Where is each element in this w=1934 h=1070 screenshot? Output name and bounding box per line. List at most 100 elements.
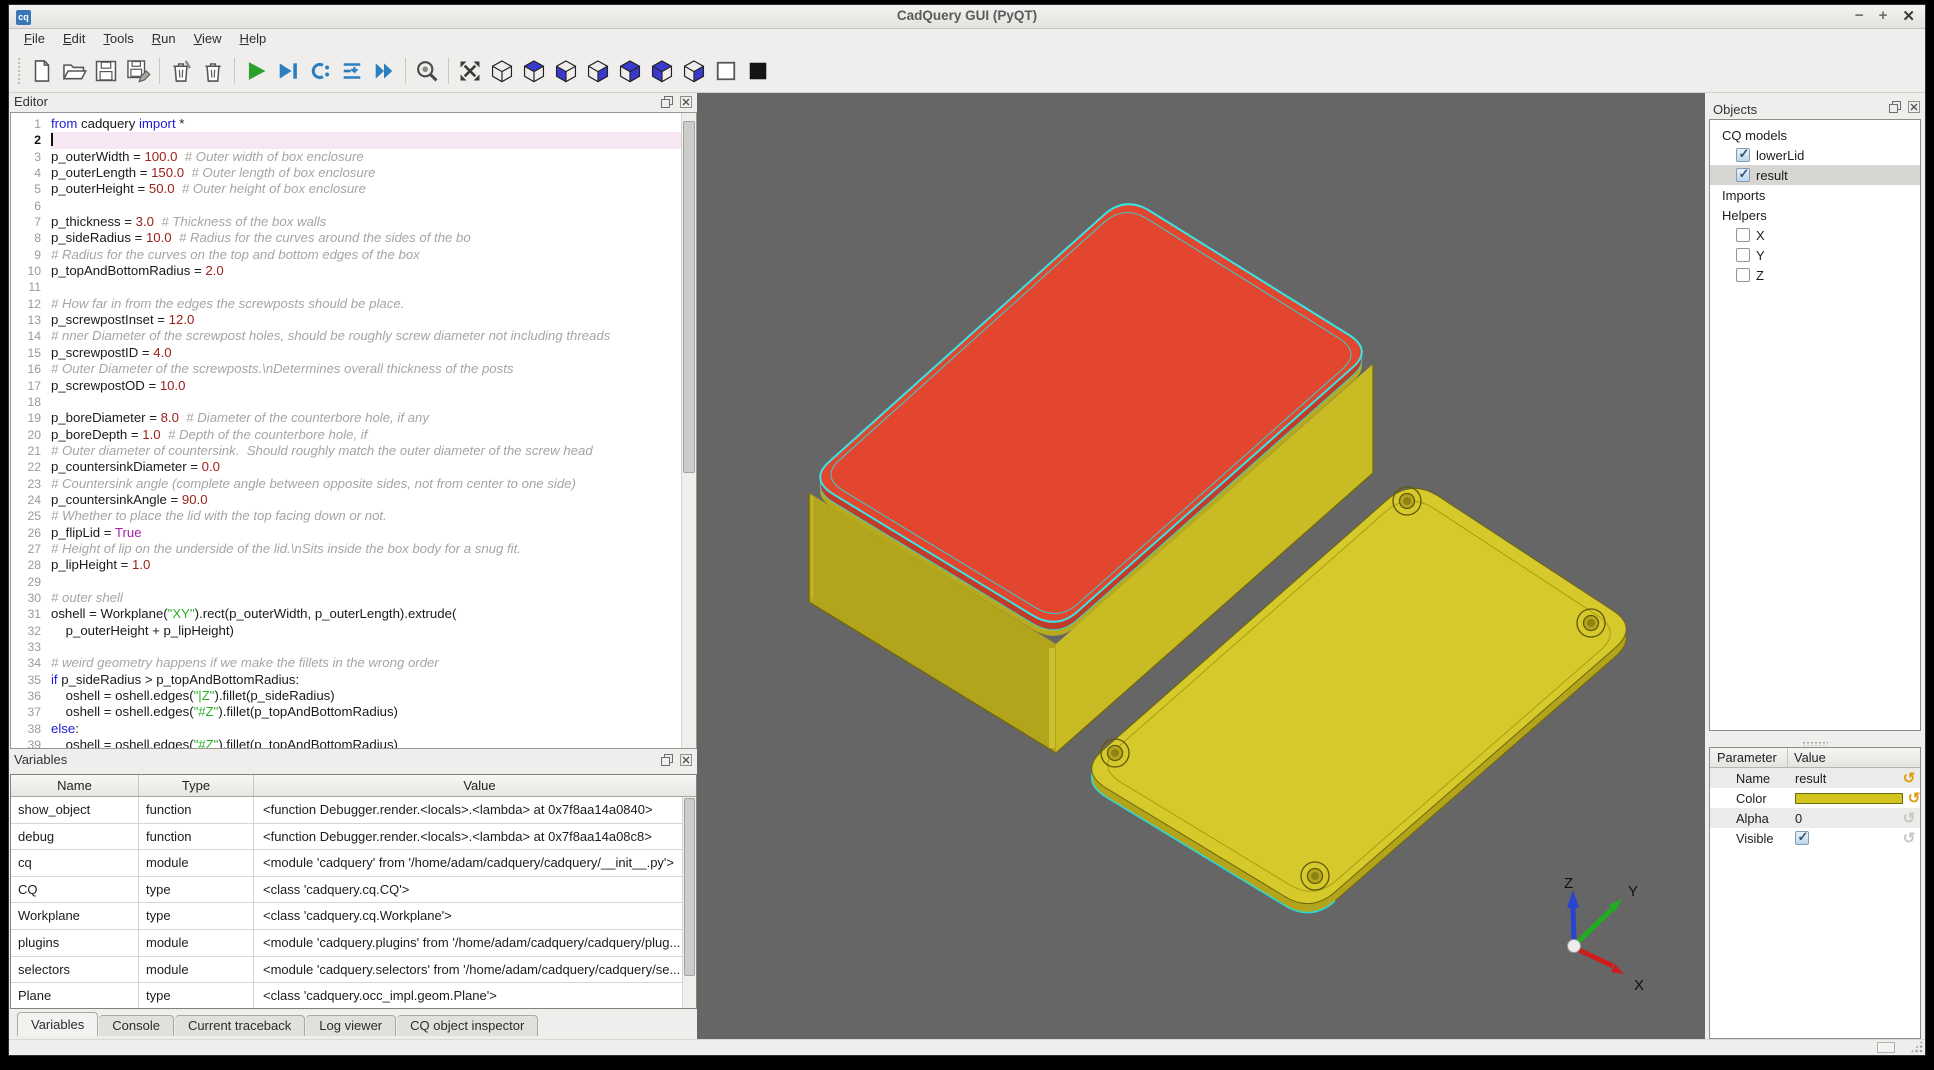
view-right-button[interactable] xyxy=(679,56,709,86)
render-button[interactable] xyxy=(241,56,271,86)
view-left-button[interactable] xyxy=(647,56,677,86)
tab-cq-object-inspector[interactable]: CQ object inspector xyxy=(397,1015,538,1036)
new-file-button[interactable] xyxy=(27,56,57,86)
code-line[interactable]: 31oshell = Workplane("XY").rect(p_outerW… xyxy=(11,606,681,622)
code-line[interactable]: 32 p_outerHeight + p_lipHeight) xyxy=(11,623,681,639)
menu-run[interactable]: Run xyxy=(143,29,185,48)
checkbox-y[interactable] xyxy=(1736,248,1750,262)
code-line[interactable]: 17p_screwpostOD = 10.0 xyxy=(11,378,681,394)
code-line[interactable]: 10p_topAndBottomRadius = 2.0 xyxy=(11,263,681,279)
code-line[interactable]: 16# Outer Diameter of the screwposts.\nD… xyxy=(11,361,681,377)
variable-row[interactable]: Workplanetype<class 'cadquery.cq.Workpla… xyxy=(11,903,696,930)
code-line[interactable]: 13p_screwpostInset = 12.0 xyxy=(11,312,681,328)
code-line[interactable]: 25# Whether to place the lid with the to… xyxy=(11,508,681,524)
view-bottom-button[interactable] xyxy=(551,56,581,86)
code-line[interactable]: 28p_lipHeight = 1.0 xyxy=(11,557,681,573)
delete-all-button[interactable] xyxy=(198,56,228,86)
param-value[interactable] xyxy=(1788,831,1898,845)
code-line[interactable]: 3p_outerWidth = 100.0 # Outer width of b… xyxy=(11,149,681,165)
maximize-button[interactable]: + xyxy=(1879,7,1888,25)
menu-help[interactable]: Help xyxy=(231,29,276,48)
variable-row[interactable]: pluginsmodule<module 'cadquery.plugins' … xyxy=(11,930,696,957)
undo-icon[interactable]: ↺ xyxy=(1898,809,1920,827)
zoom-to-fit-button[interactable] xyxy=(412,56,442,86)
close-panel-icon[interactable] xyxy=(680,754,692,766)
code-line[interactable]: 23# Countersink angle (complete angle be… xyxy=(11,476,681,492)
code-line[interactable]: 9# Radius for the curves on the top and … xyxy=(11,247,681,263)
param-value[interactable]: 0 xyxy=(1788,811,1898,826)
code-line[interactable]: 29 xyxy=(11,574,681,590)
open-file-button[interactable] xyxy=(59,56,89,86)
code-line[interactable]: 33 xyxy=(11,639,681,655)
column-header-name[interactable]: Name xyxy=(11,775,139,796)
close-panel-icon[interactable] xyxy=(680,96,692,108)
tab-log-viewer[interactable]: Log viewer xyxy=(306,1015,396,1036)
float-panel-icon[interactable] xyxy=(1889,101,1901,113)
editor-scrollbar[interactable] xyxy=(681,113,696,748)
undo-icon[interactable]: ↺ xyxy=(1898,829,1920,847)
code-line[interactable]: 27# Height of lip on the underside of th… xyxy=(11,541,681,557)
fit-all-button[interactable] xyxy=(455,56,485,86)
tree-item-result[interactable]: result xyxy=(1710,165,1920,185)
tab-current-traceback[interactable]: Current traceback xyxy=(175,1015,305,1036)
variable-row[interactable]: cqmodule<module 'cadquery' from '/home/a… xyxy=(11,850,696,877)
variable-row[interactable]: CQtype<class 'cadquery.cq.CQ'> xyxy=(11,877,696,904)
variable-row[interactable]: show_objectfunction<function Debugger.re… xyxy=(11,797,696,824)
checkbox-result[interactable] xyxy=(1736,168,1750,182)
view-back-button[interactable] xyxy=(615,56,645,86)
menu-view[interactable]: View xyxy=(185,29,231,48)
code-line[interactable]: 7p_thickness = 3.0 # Thickness of the bo… xyxy=(11,214,681,230)
code-line[interactable]: 21# Outer diameter of countersink. Shoul… xyxy=(11,443,681,459)
code-line[interactable]: 18 xyxy=(11,394,681,410)
float-panel-icon[interactable] xyxy=(661,96,673,108)
code-line[interactable]: 11 xyxy=(11,279,681,295)
tree-item-z[interactable]: Z xyxy=(1710,265,1920,285)
step-into-button[interactable] xyxy=(337,56,367,86)
code-line[interactable]: 39 oshell = oshell.edges("#Z").fillet(p_… xyxy=(11,737,681,748)
menu-edit[interactable]: Edit xyxy=(54,29,94,48)
visible-checkbox[interactable] xyxy=(1795,831,1809,845)
continue-button[interactable] xyxy=(369,56,399,86)
param-value[interactable] xyxy=(1788,793,1903,804)
code-line[interactable]: 1from cadquery import * xyxy=(11,116,681,132)
tree-item-lowerlid[interactable]: lowerLid xyxy=(1710,145,1920,165)
tab-console[interactable]: Console xyxy=(99,1015,174,1036)
undo-icon[interactable]: ↺ xyxy=(1903,789,1921,807)
float-panel-icon[interactable] xyxy=(661,754,673,766)
variable-row[interactable]: selectorsmodule<module 'cadquery.selecto… xyxy=(11,957,696,984)
checkbox-lowerlid[interactable] xyxy=(1736,148,1750,162)
tree-item-y[interactable]: Y xyxy=(1710,245,1920,265)
variable-row[interactable]: Planetype<class 'cadquery.occ_impl.geom.… xyxy=(11,983,696,1009)
undo-icon[interactable]: ↺ xyxy=(1898,769,1920,787)
view-iso-button[interactable] xyxy=(487,56,517,86)
tab-variables[interactable]: Variables xyxy=(17,1012,98,1036)
param-value[interactable]: result xyxy=(1788,771,1898,786)
close-button[interactable]: ✕ xyxy=(1902,7,1915,25)
code-line[interactable]: 12# How far in from the edges the screwp… xyxy=(11,296,681,312)
code-line[interactable]: 26p_flipLid = True xyxy=(11,525,681,541)
tree-item-imports[interactable]: Imports xyxy=(1710,185,1920,205)
code-line[interactable]: 2 xyxy=(11,132,681,148)
step-over-button[interactable] xyxy=(305,56,335,86)
column-header-value[interactable]: Value xyxy=(254,775,696,796)
code-line[interactable]: 8p_sideRadius = 10.0 # Radius for the cu… xyxy=(11,230,681,246)
minimize-button[interactable]: − xyxy=(1855,7,1864,25)
tree-item-helpers[interactable]: Helpers xyxy=(1710,205,1920,225)
view-front-button[interactable] xyxy=(583,56,613,86)
save-button[interactable] xyxy=(91,56,121,86)
code-line[interactable]: 19p_boreDiameter = 8.0 # Diameter of the… xyxy=(11,410,681,426)
viewport-3d[interactable]: Z Y X xyxy=(697,93,1705,1039)
shaded-mode-button[interactable] xyxy=(743,56,773,86)
save-as-button[interactable] xyxy=(123,56,153,86)
close-panel-icon[interactable] xyxy=(1908,101,1920,113)
code-line[interactable]: 22p_countersinkDiameter = 0.0 xyxy=(11,459,681,475)
debug-button[interactable] xyxy=(273,56,303,86)
checkbox-z[interactable] xyxy=(1736,268,1750,282)
tree-item-x[interactable]: X xyxy=(1710,225,1920,245)
panel-splitter[interactable] xyxy=(1705,739,1925,747)
code-line[interactable]: 14# nner Diameter of the screwpost holes… xyxy=(11,328,681,344)
column-header-type[interactable]: Type xyxy=(139,775,254,796)
delete-object-button[interactable] xyxy=(166,56,196,86)
code-line[interactable]: 35if p_sideRadius > p_topAndBottomRadius… xyxy=(11,672,681,688)
wireframe-mode-button[interactable] xyxy=(711,56,741,86)
